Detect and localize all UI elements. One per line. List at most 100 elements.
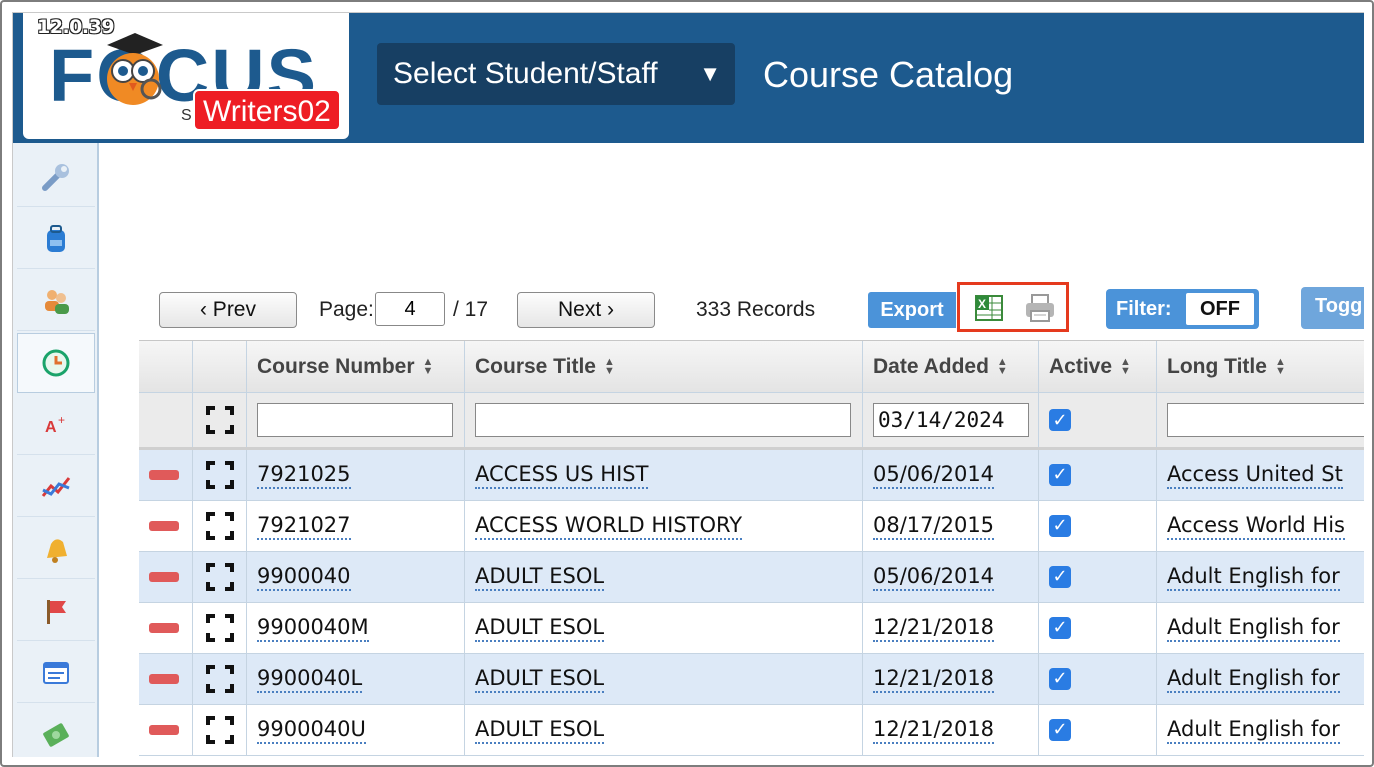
sidebar-item-messaging[interactable] — [17, 519, 95, 579]
chart-icon — [41, 476, 71, 497]
course-title-value[interactable]: ACCESS US HIST — [475, 461, 649, 489]
table-header-row: Course Number ▲ ▼ Course Title ▲ ▼ Date Adde… — [139, 340, 1364, 393]
sidebar-item-reports[interactable] — [17, 457, 95, 517]
prev-page-button[interactable]: ‹ Prev — [159, 292, 297, 328]
table-row[interactable]: 9900040 ADULT ESOL 05/06/2014 ✓ Adult Englis… — [139, 552, 1364, 603]
clock-icon — [42, 349, 70, 377]
delete-cell — [139, 450, 193, 500]
header-long-title[interactable]: Long Title ▲ ▼ — [1157, 341, 1364, 392]
sidebar-item-discipline[interactable] — [17, 581, 95, 641]
expand-cell — [193, 450, 247, 500]
header-course-title[interactable]: Course Title ▲ ▼ — [465, 341, 863, 392]
date-added-value[interactable]: 05/06/2014 — [873, 461, 995, 489]
filter-toggle-button[interactable]: Filter: OFF — [1106, 289, 1259, 329]
school-badge[interactable]: Writers02 — [193, 89, 341, 131]
date-added-cell: 12/21/2018 — [863, 654, 1039, 704]
bell-icon — [47, 538, 67, 563]
course-number-value[interactable]: 9900040U — [257, 716, 366, 744]
sidebar-item-forms[interactable] — [17, 643, 95, 703]
sidebar-item-scheduling[interactable] — [17, 333, 95, 393]
filter-course-title-input[interactable] — [475, 403, 851, 437]
users-icon — [45, 289, 69, 314]
expand-icon[interactable] — [205, 511, 235, 541]
course-number-cell: 9900040 — [247, 552, 465, 602]
course-number-value[interactable]: 7921027 — [257, 512, 351, 540]
table-row[interactable]: 9900040M ADULT ESOL 12/21/2018 ✓ Adult Engli… — [139, 603, 1364, 654]
active-cell: ✓ — [1039, 705, 1157, 755]
table-row[interactable]: 7921025 ACCESS US HIST 05/06/2014 ✓ Access U… — [139, 450, 1364, 501]
header-date-added[interactable]: Date Added ▲ ▼ — [863, 341, 1039, 392]
delete-row-icon[interactable] — [149, 521, 179, 531]
course-title-value[interactable]: ADULT ESOL — [475, 665, 605, 693]
excel-export-icon[interactable]: X — [972, 291, 1006, 325]
sidebar-item-billing[interactable] — [17, 705, 95, 757]
page-number-input[interactable]: 4 — [375, 292, 445, 326]
active-checkbox[interactable]: ✓ — [1049, 668, 1071, 690]
date-added-value[interactable]: 12/21/2018 — [873, 665, 995, 693]
expand-cell — [193, 552, 247, 602]
delete-row-icon[interactable] — [149, 725, 179, 735]
filter-date-input[interactable]: 03/14/2024 — [873, 403, 1029, 437]
delete-row-icon[interactable] — [149, 470, 179, 480]
header-course-number[interactable]: Course Number ▲ ▼ — [247, 341, 465, 392]
active-checkbox[interactable]: ✓ — [1049, 464, 1071, 486]
active-checkbox[interactable]: ✓ — [1049, 617, 1071, 639]
delete-row-icon[interactable] — [149, 674, 179, 684]
course-title-value[interactable]: ADULT ESOL — [475, 614, 605, 642]
select-student-staff-button[interactable]: Select Student/Staff ▼ — [377, 43, 735, 105]
header-active[interactable]: Active ▲ ▼ — [1039, 341, 1157, 392]
table-row[interactable]: 9900040U ADULT ESOL 12/21/2018 ✓ Adult Engli… — [139, 705, 1364, 756]
long-title-value[interactable]: Access World His — [1167, 512, 1345, 540]
sidebar-item-grades[interactable]: A + — [17, 395, 95, 455]
filter-active-cell: ✓ — [1039, 393, 1157, 447]
sidebar-item-users[interactable] — [17, 271, 95, 331]
course-number-value[interactable]: 9900040L — [257, 665, 363, 693]
delete-row-icon[interactable] — [149, 623, 179, 633]
active-cell: ✓ — [1039, 603, 1157, 653]
active-checkbox[interactable]: ✓ — [1049, 719, 1071, 741]
course-title-value[interactable]: ADULT ESOL — [475, 563, 605, 591]
course-number-cell: 7921025 — [247, 450, 465, 500]
course-number-value[interactable]: 7921025 — [257, 461, 351, 489]
focus-logo[interactable]: FOCUS 12.0.39 S Writers02 — [23, 13, 349, 139]
expand-icon[interactable] — [205, 715, 235, 745]
print-icon[interactable] — [1022, 291, 1058, 325]
sidebar-item-setup[interactable] — [17, 147, 95, 207]
course-title-cell: ACCESS WORLD HISTORY — [465, 501, 863, 551]
expand-icon[interactable] — [205, 664, 235, 694]
filter-active-checkbox[interactable]: ✓ — [1049, 409, 1071, 431]
date-added-value[interactable]: 12/21/2018 — [873, 614, 995, 642]
long-title-value[interactable]: Adult English for — [1167, 614, 1340, 642]
long-title-value[interactable]: Adult English for — [1167, 563, 1340, 591]
course-number-value[interactable]: 9900040M — [257, 614, 369, 642]
long-title-value[interactable]: Adult English for — [1167, 716, 1340, 744]
long-title-cell: Adult English for — [1157, 603, 1364, 653]
course-title-value[interactable]: ADULT ESOL — [475, 716, 605, 744]
date-added-value[interactable]: 05/06/2014 — [873, 563, 995, 591]
sidebar-item-students[interactable] — [17, 209, 95, 269]
svg-text:X: X — [978, 297, 986, 311]
expand-icon[interactable] — [205, 613, 235, 643]
expand-cell — [193, 654, 247, 704]
expand-icon[interactable] — [205, 460, 235, 490]
table-row[interactable]: 9900040L ADULT ESOL 12/21/2018 ✓ Adult Engli… — [139, 654, 1364, 705]
course-title-cell: ADULT ESOL — [465, 654, 863, 704]
date-added-value[interactable]: 08/17/2015 — [873, 512, 995, 540]
active-checkbox[interactable]: ✓ — [1049, 566, 1071, 588]
toggle-columns-button[interactable]: Togg — [1301, 287, 1364, 329]
filter-long-title-input[interactable] — [1167, 403, 1364, 437]
table-row[interactable]: 7921027 ACCESS WORLD HISTORY 08/17/2015 ✓ Ac… — [139, 501, 1364, 552]
active-checkbox[interactable]: ✓ — [1049, 515, 1071, 537]
long-title-cell: Adult English for — [1157, 552, 1364, 602]
filter-course-number-input[interactable] — [257, 403, 453, 437]
course-title-value[interactable]: ACCESS WORLD HISTORY — [475, 512, 743, 540]
long-title-value[interactable]: Adult English for — [1167, 665, 1340, 693]
course-number-value[interactable]: 9900040 — [257, 563, 351, 591]
date-added-value[interactable]: 12/21/2018 — [873, 716, 995, 744]
expand-icon[interactable] — [205, 405, 235, 435]
expand-icon[interactable] — [205, 562, 235, 592]
export-button[interactable]: Export — [868, 292, 956, 328]
long-title-value[interactable]: Access United St — [1167, 461, 1343, 489]
next-page-button[interactable]: Next › — [517, 292, 655, 328]
delete-row-icon[interactable] — [149, 572, 179, 582]
